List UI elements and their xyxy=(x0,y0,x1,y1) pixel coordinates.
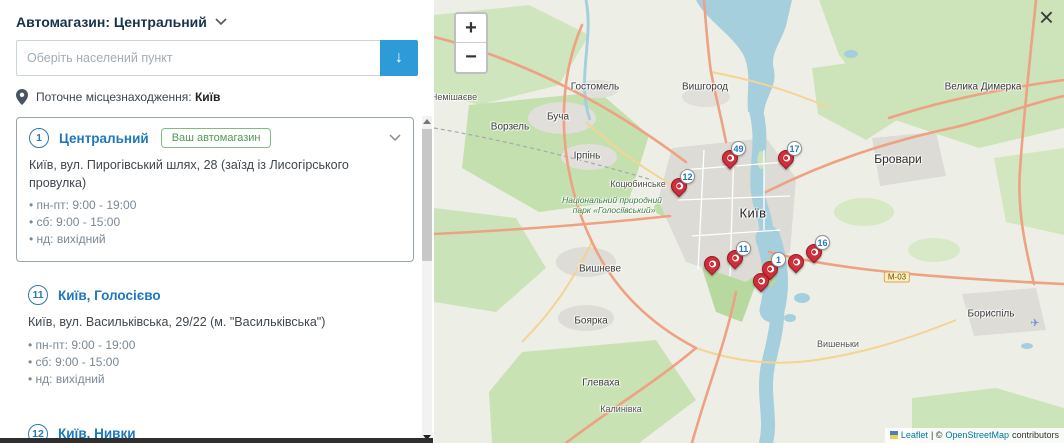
attribution-separator: | © xyxy=(930,430,943,440)
search-row: ↓ xyxy=(16,40,418,76)
store-card-header: 11 Київ, Голосієво xyxy=(28,285,402,305)
marker-number-badge: 1 xyxy=(771,252,786,267)
store-hours: • пн-пт: 9:00 - 19:00 • сб: 9:00 - 15:00… xyxy=(28,338,402,386)
marker-number-badge: 17 xyxy=(787,141,802,156)
page-title: Автомагазин: Центральний xyxy=(16,14,207,30)
store-pin-icon xyxy=(700,252,724,276)
leaflet-link[interactable]: Leaflet xyxy=(901,430,928,440)
hours-line: • пн-пт: 9:00 - 19:00 xyxy=(29,198,137,212)
scroll-up-arrow[interactable] xyxy=(422,116,432,128)
title-chevron-down-icon[interactable] xyxy=(215,18,227,26)
map-close-button[interactable]: × xyxy=(1039,4,1054,30)
attribution-suffix: contributors xyxy=(1011,430,1059,440)
zoom-out-button[interactable]: − xyxy=(456,43,486,72)
store-number-badge: 1 xyxy=(29,128,49,148)
hours-line: • нд: вихідний xyxy=(29,232,106,246)
store-name: Київ, Голосієво xyxy=(58,287,161,303)
hours-line: • нд: вихідний xyxy=(28,371,105,386)
store-hours: • пн-пт: 9:00 - 19:00 • сб: 9:00 - 15:00… xyxy=(29,198,401,246)
map-attribution: Leaflet | © OpenStreetMap contributors xyxy=(884,428,1064,443)
store-address: Київ, вул. Васильківська, 29/22 (м. "Вас… xyxy=(28,315,326,329)
scrollbar-thumb[interactable] xyxy=(422,129,432,261)
down-arrow-icon: ↓ xyxy=(395,49,403,66)
map-area[interactable]: Немішаєве Гостомель Вишгород Велика Диме… xyxy=(434,0,1064,443)
marker-number-badge: 49 xyxy=(731,141,746,156)
store-name: Центральний xyxy=(59,130,149,146)
current-location-row: Поточне місцезнаходження: Київ xyxy=(16,89,418,105)
vertical-scrollbar[interactable] xyxy=(422,116,432,443)
openstreetmap-link[interactable]: OpenStreetMap xyxy=(945,430,1009,440)
search-submit-button[interactable]: ↓ xyxy=(380,40,418,76)
current-location-value: Київ xyxy=(194,90,221,104)
store-card-central[interactable]: 1 Центральний Ваш автомагазин Київ, вул.… xyxy=(16,117,414,262)
marker-number-badge: 11 xyxy=(736,241,751,256)
store-card-holosiivo[interactable]: 11 Київ, Голосієво Київ, вул. Васильківс… xyxy=(16,275,414,401)
horizontal-scrollbar[interactable] xyxy=(0,438,433,443)
store-card-header: 1 Центральний Ваш автомагазин xyxy=(29,128,401,148)
zoom-control: + − xyxy=(454,12,488,74)
city-search-input[interactable] xyxy=(16,40,380,76)
store-locator-app: Автомагазин: Центральний ↓ Поточне місце… xyxy=(0,0,1064,443)
hours-line: • сб: 9:00 - 15:00 xyxy=(29,215,121,229)
your-store-badge: Ваш автомагазин xyxy=(160,128,272,148)
zoom-in-button[interactable]: + xyxy=(456,14,486,43)
marker-number-badge: 16 xyxy=(815,235,830,250)
store-address: Київ, вул. Пирогівський шлях, 28 (заїзд … xyxy=(29,158,349,190)
hours-line: • пн-пт: 9:00 - 19:00 xyxy=(28,337,136,352)
leaflet-flag-icon xyxy=(889,431,898,439)
current-location-label: Поточне місцезнаходження: xyxy=(36,90,192,104)
store-pin-icon xyxy=(784,250,808,274)
panel-header: Автомагазин: Центральний xyxy=(0,0,434,38)
card-chevron-down-icon[interactable] xyxy=(389,134,401,142)
current-location-text: Поточне місцезнаходження: Київ xyxy=(36,90,220,104)
map-markers-layer: 49 17 12 11 1 16 xyxy=(434,0,1064,443)
marker-number-badge: 12 xyxy=(680,169,695,184)
store-number-badge: 11 xyxy=(28,285,48,305)
location-pin-icon xyxy=(16,89,28,105)
left-panel: Автомагазин: Центральний ↓ Поточне місце… xyxy=(0,0,434,443)
hours-line: • сб: 9:00 - 15:00 xyxy=(28,354,120,369)
store-list: 1 Центральний Ваш автомагазин Київ, вул.… xyxy=(0,117,434,443)
